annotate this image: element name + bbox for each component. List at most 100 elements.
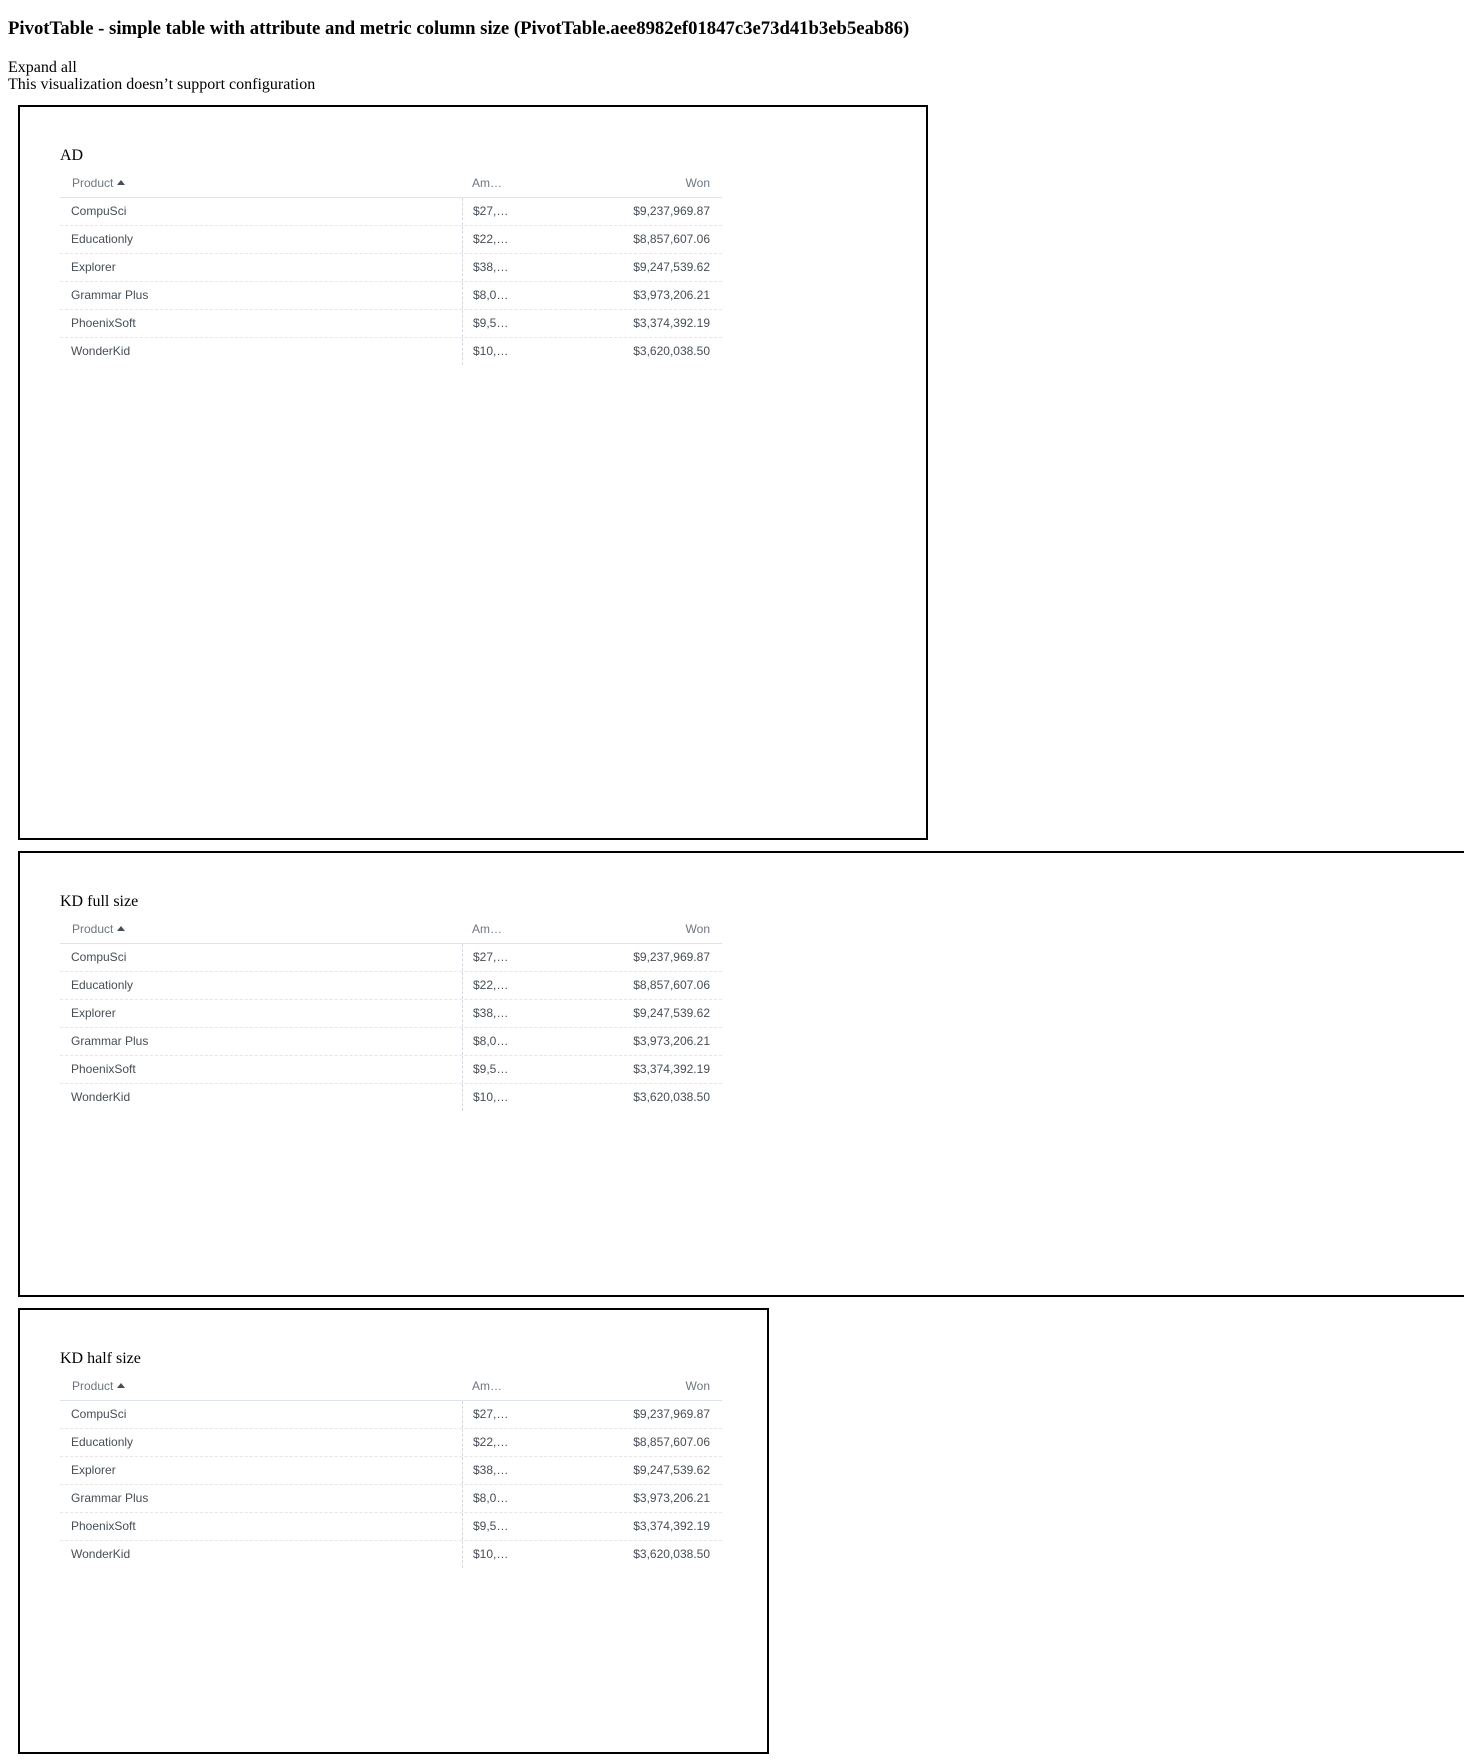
pivot-table: Product Am… Won CompuSci $27,… $9,237,969.… xyxy=(60,169,722,365)
cell-product: Grammar Plus xyxy=(71,1491,149,1505)
table-row: Educationly $22,… $8,857,607.06 xyxy=(60,972,722,1000)
visualization-ad: AD Product Am… Won CompuSci $27,… $9,237,9… xyxy=(18,105,928,840)
sort-ascending-icon xyxy=(117,926,126,931)
column-header-product[interactable]: Product xyxy=(72,915,126,943)
cell-won: $8,857,607.06 xyxy=(633,1435,710,1449)
table-row: Educationly $22,… $8,857,607.06 xyxy=(60,226,722,254)
table-row: PhoenixSoft $9,5… $3,374,392.19 xyxy=(60,1056,722,1084)
table-row: Grammar Plus $8,0… $3,973,206.21 xyxy=(60,1485,722,1513)
cell-product: Educationly xyxy=(71,978,134,992)
column-header-amount[interactable]: Am… xyxy=(472,1372,506,1400)
cell-won: $9,247,539.62 xyxy=(633,1463,710,1477)
cell-won: $9,247,539.62 xyxy=(633,260,710,274)
cell-amount: $8,0… xyxy=(462,282,513,309)
pivot-body: CompuSci $27,… $9,237,969.87 Educationly $22… xyxy=(60,944,722,1111)
cell-won: $8,857,607.06 xyxy=(633,978,710,992)
pivot-header-row: Product Am… Won xyxy=(60,915,722,944)
pivot-header-row: Product Am… Won xyxy=(60,1372,722,1401)
cell-won: $3,973,206.21 xyxy=(633,1491,710,1505)
cell-product: WonderKid xyxy=(71,1547,131,1561)
table-row: Grammar Plus $8,0… $3,973,206.21 xyxy=(60,1028,722,1056)
cell-won: $3,620,038.50 xyxy=(633,1090,710,1104)
cell-won: $9,247,539.62 xyxy=(633,1006,710,1020)
cell-product: Explorer xyxy=(71,260,116,274)
pivot-table: Product Am… Won CompuSci $27,… $9,237,969.… xyxy=(60,1372,722,1568)
cell-amount: $38,… xyxy=(462,1457,513,1484)
cell-product: PhoenixSoft xyxy=(71,1519,136,1533)
cell-product: PhoenixSoft xyxy=(71,1062,136,1076)
cell-amount: $10,… xyxy=(462,1084,513,1111)
expand-all-button[interactable]: Expand all xyxy=(8,59,77,77)
column-header-won[interactable]: Won xyxy=(686,169,710,197)
table-row: Grammar Plus $8,0… $3,973,206.21 xyxy=(60,282,722,310)
table-row: WonderKid $10,… $3,620,038.50 xyxy=(60,338,722,365)
table-row: CompuSci $27,… $9,237,969.87 xyxy=(60,1401,722,1429)
column-header-won[interactable]: Won xyxy=(686,915,710,943)
cell-product: Explorer xyxy=(71,1463,116,1477)
cell-amount: $22,… xyxy=(462,972,513,999)
cell-amount: $8,0… xyxy=(462,1028,513,1055)
cell-won: $3,374,392.19 xyxy=(633,1062,710,1076)
cell-amount: $38,… xyxy=(462,1000,513,1027)
cell-product: CompuSci xyxy=(71,950,127,964)
table-row: WonderKid $10,… $3,620,038.50 xyxy=(60,1084,722,1111)
visualization-title: AD xyxy=(60,147,84,164)
pivot-body: CompuSci $27,… $9,237,969.87 Educationly $22… xyxy=(60,1401,722,1568)
cell-won: $3,620,038.50 xyxy=(633,1547,710,1561)
cell-product: CompuSci xyxy=(71,1407,127,1421)
table-row: PhoenixSoft $9,5… $3,374,392.19 xyxy=(60,1513,722,1541)
cell-won: $3,374,392.19 xyxy=(633,1519,710,1533)
cell-amount: $22,… xyxy=(462,1429,513,1456)
column-header-label: Product xyxy=(72,176,114,190)
column-header-label: Product xyxy=(72,922,114,936)
cell-amount: $9,5… xyxy=(462,310,513,337)
pivot-header-row: Product Am… Won xyxy=(60,169,722,198)
cell-product: WonderKid xyxy=(71,1090,131,1104)
cell-amount: $27,… xyxy=(462,944,513,971)
column-header-amount[interactable]: Am… xyxy=(472,169,506,197)
cell-amount: $27,… xyxy=(462,1401,513,1428)
cell-amount: $9,5… xyxy=(462,1513,513,1540)
column-header-amount[interactable]: Am… xyxy=(472,915,506,943)
visualization-title: KD full size xyxy=(60,893,139,910)
cell-amount: $8,0… xyxy=(462,1485,513,1512)
cell-amount: $10,… xyxy=(462,338,513,365)
visualization-title: KD half size xyxy=(60,1350,141,1367)
cell-product: Grammar Plus xyxy=(71,288,149,302)
cell-won: $3,973,206.21 xyxy=(633,288,710,302)
cell-amount: $9,5… xyxy=(462,1056,513,1083)
column-header-product[interactable]: Product xyxy=(72,169,126,197)
pivot-table: Product Am… Won CompuSci $27,… $9,237,969.… xyxy=(60,915,722,1111)
cell-amount: $27,… xyxy=(462,198,513,225)
cell-won: $8,857,607.06 xyxy=(633,232,710,246)
cell-won: $9,237,969.87 xyxy=(633,1407,710,1421)
cell-won: $9,237,969.87 xyxy=(633,950,710,964)
pivot-body: CompuSci $27,… $9,237,969.87 Educationly $22… xyxy=(60,198,722,365)
table-row: PhoenixSoft $9,5… $3,374,392.19 xyxy=(60,310,722,338)
table-row: CompuSci $27,… $9,237,969.87 xyxy=(60,198,722,226)
visualization-kd-half-size: KD half size Product Am… Won CompuSci $27… xyxy=(18,1308,769,1754)
cell-product: Grammar Plus xyxy=(71,1034,149,1048)
column-header-label: Product xyxy=(72,1379,114,1393)
cell-amount: $10,… xyxy=(462,1541,513,1568)
sort-ascending-icon xyxy=(117,1383,126,1388)
cell-amount: $38,… xyxy=(462,254,513,281)
cell-won: $3,620,038.50 xyxy=(633,344,710,358)
visualization-kd-full-size: KD full size Product Am… Won CompuSci $27… xyxy=(18,851,1464,1297)
column-header-won[interactable]: Won xyxy=(686,1372,710,1400)
config-note: This visualization doesn’t support confi… xyxy=(8,76,316,93)
cell-product: Explorer xyxy=(71,1006,116,1020)
table-row: WonderKid $10,… $3,620,038.50 xyxy=(60,1541,722,1568)
cell-product: WonderKid xyxy=(71,344,131,358)
cell-amount: $22,… xyxy=(462,226,513,253)
cell-won: $9,237,969.87 xyxy=(633,204,710,218)
cell-won: $3,374,392.19 xyxy=(633,316,710,330)
cell-product: PhoenixSoft xyxy=(71,316,136,330)
column-header-product[interactable]: Product xyxy=(72,1372,126,1400)
page-title: PivotTable - simple table with attribute… xyxy=(8,18,910,39)
table-row: Educationly $22,… $8,857,607.06 xyxy=(60,1429,722,1457)
sort-ascending-icon xyxy=(117,180,126,185)
cell-product: Educationly xyxy=(71,1435,134,1449)
cell-won: $3,973,206.21 xyxy=(633,1034,710,1048)
table-row: Explorer $38,… $9,247,539.62 xyxy=(60,254,722,282)
